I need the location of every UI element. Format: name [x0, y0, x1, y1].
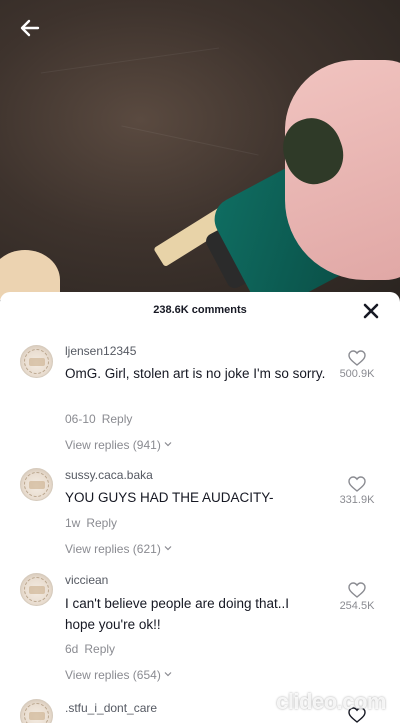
comment-meta: 6d Reply [65, 642, 115, 656]
like-count: 254.5K [339, 600, 375, 612]
comment-text: I can't believe people are doing that..I… [65, 596, 289, 632]
view-replies-label: View replies (621) [65, 542, 161, 556]
heart-icon [348, 476, 366, 492]
like-button[interactable]: 331.9K [332, 476, 382, 506]
avatar[interactable] [20, 468, 53, 501]
chevron-down-icon [164, 546, 172, 551]
view-replies-label: View replies (941) [65, 438, 161, 452]
watermark: clideo.com [276, 689, 386, 714]
heart-icon [348, 350, 366, 366]
comment-username[interactable]: ljensen12345 [65, 344, 136, 358]
view-replies-button[interactable]: View replies (621) [65, 542, 172, 556]
chevron-down-icon [164, 442, 172, 447]
avatar[interactable] [20, 573, 53, 606]
avatar[interactable] [20, 699, 53, 723]
view-replies-label: View replies (654) [65, 668, 161, 682]
like-button[interactable]: 254.5K [332, 582, 382, 612]
comment-username[interactable]: vicciean [65, 573, 108, 587]
reply-button[interactable]: Reply [102, 412, 133, 426]
comment-meta: 1w Reply [65, 516, 117, 530]
comment-text: YOU GUYS HAD THE AUDACITY- [65, 490, 274, 505]
comments-count: 238.6K comments [153, 304, 247, 316]
comment-date: 6d [65, 642, 79, 656]
reply-button[interactable]: Reply [84, 642, 115, 656]
avatar[interactable] [20, 345, 53, 378]
reply-button[interactable]: Reply [86, 516, 117, 530]
heart-icon [348, 582, 366, 598]
comment-text: OmG. Girl, stolen art is no joke I'm so … [65, 366, 326, 381]
arrow-left-icon [20, 19, 40, 37]
comment-username[interactable]: .stfu_i_dont_care [65, 701, 157, 715]
comment-meta: 06-10 Reply [65, 412, 132, 426]
close-icon [363, 303, 379, 319]
table-scratch [121, 125, 259, 156]
back-button[interactable] [18, 16, 50, 44]
comment-date: 1w [65, 516, 81, 530]
table-scratch [40, 47, 220, 74]
view-replies-button[interactable]: View replies (654) [65, 668, 172, 682]
comments-sheet: 238.6K comments ljensen12345 OmG. Girl, … [0, 292, 400, 723]
comments-header: 238.6K comments [0, 292, 400, 330]
comment-username[interactable]: sussy.caca.baka [65, 468, 153, 482]
comment-date: 06-10 [65, 412, 96, 426]
comment-item: sussy.caca.baka YOU GUYS HAD THE AUDACIT… [0, 466, 400, 566]
video-player[interactable] [0, 0, 400, 300]
like-count: 331.9K [339, 494, 375, 506]
chevron-down-icon [164, 672, 172, 677]
like-count: 500.9K [339, 368, 375, 380]
like-button[interactable]: 500.9K [332, 350, 382, 380]
comment-item: ljensen12345 OmG. Girl, stolen art is no… [0, 340, 400, 460]
close-button[interactable] [360, 300, 382, 322]
comment-item: vicciean I can't believe people are doin… [0, 571, 400, 691]
view-replies-button[interactable]: View replies (941) [65, 438, 172, 452]
